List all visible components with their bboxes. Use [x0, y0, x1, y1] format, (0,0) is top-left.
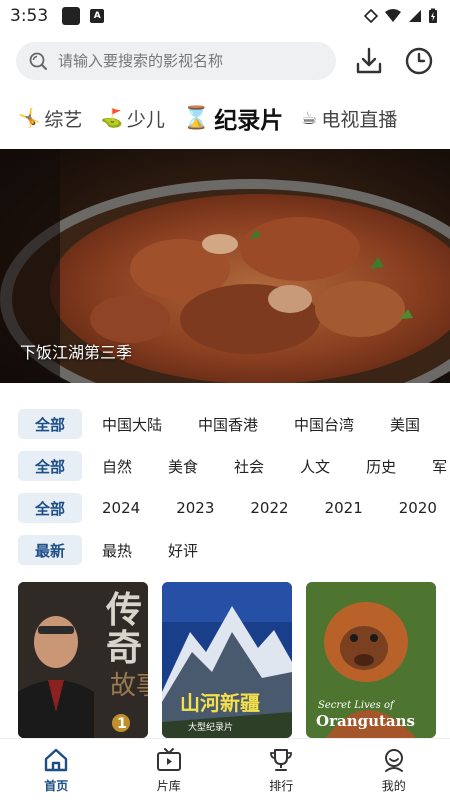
nav-label: 首页: [44, 778, 69, 793]
featured-banner[interactable]: 下饭江湖第三季: [0, 149, 450, 383]
coffee-icon: ☕: [301, 107, 318, 129]
filter-year: 全部 2024 2023 2022 2021 2020: [0, 491, 450, 525]
clock-icon: [405, 47, 433, 75]
filter-region-all[interactable]: 全部: [18, 409, 82, 439]
filter-region: 全部 中国大陆 中国香港 中国台湾 美国: [0, 407, 450, 441]
poster-title-part: 故事: [110, 671, 148, 701]
filter-option[interactable]: 2020: [381, 493, 450, 523]
filter-option[interactable]: 最热: [82, 535, 150, 565]
poster-subtitle: 大型纪录片: [188, 721, 233, 733]
poster-image: 传 奇 故事 1: [18, 582, 148, 738]
wifi-icon: [385, 9, 401, 22]
filter-option[interactable]: 2022: [232, 493, 306, 523]
tab-label: 电视直播: [321, 108, 398, 131]
tab-kids[interactable]: ⛳ 少儿: [100, 105, 164, 132]
filter-option[interactable]: 军: [414, 451, 450, 481]
history-button[interactable]: [402, 44, 436, 78]
nav-label: 片库: [156, 778, 181, 793]
search-icon: [29, 52, 47, 70]
filter-option[interactable]: 美国: [372, 409, 438, 439]
search-row: [0, 40, 450, 84]
filter-option[interactable]: 中国香港: [180, 409, 276, 439]
banner-caption: 下饭江湖第三季: [20, 343, 133, 362]
diamond-icon: [364, 9, 378, 23]
poster-title-part: Secret Lives of: [318, 700, 396, 711]
poster-image: Secret Lives of Orangutans: [306, 582, 436, 738]
filter-option[interactable]: 美食: [150, 451, 216, 481]
profile-icon: [384, 748, 403, 772]
tab-label: 综艺: [44, 108, 83, 131]
nav-ranking[interactable]: 排行: [225, 739, 338, 800]
poster-card[interactable]: 山河新疆 大型纪录片: [162, 582, 292, 738]
acrobat-icon: 🤸: [18, 107, 41, 129]
tab-variety[interactable]: 🤸 综艺: [18, 105, 82, 132]
filter-sort-latest[interactable]: 最新: [18, 535, 82, 565]
notification-a-icon: A: [90, 9, 105, 23]
poster-grid: 传 奇 故事 1 山河新疆 大型纪录片 Secret Lives o: [0, 582, 450, 738]
poster-title-part: 奇: [106, 627, 142, 669]
status-time: 3:53: [10, 6, 49, 26]
nav-label: 排行: [269, 778, 294, 793]
filter-option[interactable]: 2021: [307, 493, 381, 523]
poster-card[interactable]: 传 奇 故事 1: [18, 582, 148, 738]
poster-title-part: 山河新疆: [180, 691, 260, 715]
filter-option[interactable]: 好评: [150, 535, 216, 565]
tv-icon: [156, 747, 181, 771]
hourglass-icon: ⌛: [182, 105, 211, 131]
bottom-nav: 首页 片库 排行 我的: [0, 738, 450, 800]
filter-option[interactable]: 社会: [216, 451, 282, 481]
nav-home[interactable]: 首页: [0, 739, 113, 800]
download-icon: [356, 47, 382, 74]
download-button[interactable]: [352, 44, 386, 78]
nav-library[interactable]: 片库: [113, 739, 226, 800]
filter-sort: 最新 最热 好评: [0, 533, 450, 567]
nav-label: 我的: [381, 778, 406, 793]
tab-label: 纪录片: [214, 108, 284, 134]
poster-number: 1: [117, 716, 127, 732]
poster-title-part: Orangutans: [316, 712, 415, 730]
filter-option[interactable]: 人文: [282, 451, 348, 481]
signal-icon: [409, 10, 421, 22]
trophy-icon: [270, 748, 293, 771]
filter-genre: 全部 自然 美食 社会 人文 历史 军: [0, 449, 450, 483]
filter-option[interactable]: 中国台湾: [276, 409, 372, 439]
poster-card[interactable]: Secret Lives of Orangutans: [306, 582, 436, 738]
search-input[interactable]: [58, 52, 318, 70]
status-icons: [364, 8, 438, 24]
poster-image: 山河新疆 大型纪录片: [162, 582, 292, 738]
filter-year-all[interactable]: 全部: [18, 493, 82, 523]
tab-label: 少儿: [126, 108, 165, 131]
golf-icon: ⛳: [100, 107, 123, 129]
notification-square-icon: [62, 7, 81, 25]
nav-profile[interactable]: 我的: [338, 739, 450, 800]
tab-live-tv[interactable]: ☕ 电视直播: [301, 105, 397, 132]
filter-genre-all[interactable]: 全部: [18, 451, 82, 481]
status-bar: 3:53 A: [0, 0, 450, 32]
tab-documentary[interactable]: ⌛ 纪录片: [183, 101, 283, 135]
filter-option[interactable]: 自然: [82, 451, 150, 481]
search-bar[interactable]: [16, 42, 336, 80]
home-icon: [45, 748, 68, 771]
filter-option[interactable]: 中国大陆: [82, 409, 180, 439]
category-tabs: 🤸 综艺 ⛳ 少儿 ⌛ 纪录片 ☕ 电视直播: [0, 96, 450, 140]
filter-option[interactable]: 历史: [348, 451, 414, 481]
poster-title-part: 传: [105, 589, 142, 631]
filter-option[interactable]: 2023: [158, 493, 232, 523]
filter-option[interactable]: 2024: [82, 493, 158, 523]
battery-icon: [429, 8, 437, 23]
